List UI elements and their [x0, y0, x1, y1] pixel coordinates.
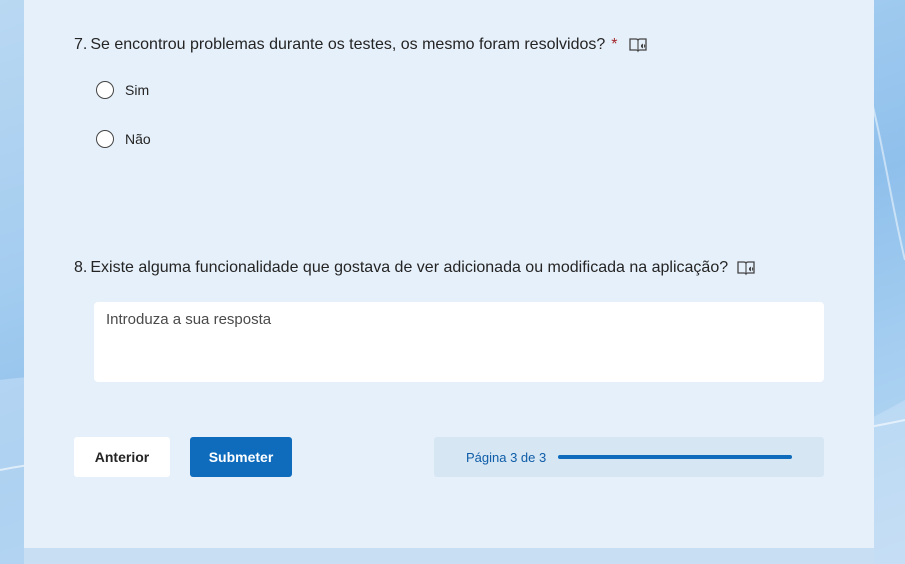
option-sim[interactable]: Sim	[96, 81, 149, 99]
page-indicator: Página 3 de 3	[466, 449, 547, 465]
progress-bar-fill	[558, 455, 793, 459]
question-number: 7.	[74, 36, 88, 53]
question-number: 8.	[74, 259, 88, 276]
form-card: 7. Se encontrou problemas durante os tes…	[24, 0, 874, 548]
previous-button[interactable]: Anterior	[74, 437, 170, 477]
question-7-title: 7. Se encontrou problemas durante os tes…	[74, 36, 648, 54]
radio-button-icon[interactable]	[96, 130, 114, 148]
required-marker: *	[611, 36, 618, 53]
page-progress: Página 3 de 3	[434, 437, 824, 477]
answer-input[interactable]: Introduza a sua resposta	[94, 302, 824, 382]
question-text: Se encontrou problemas durante os testes…	[90, 36, 606, 53]
submit-button[interactable]: Submeter	[190, 437, 292, 477]
answer-placeholder: Introduza a sua resposta	[106, 311, 272, 328]
immersive-reader-icon[interactable]	[736, 260, 756, 276]
radio-button-icon[interactable]	[96, 81, 114, 99]
option-label: Sim	[125, 82, 150, 98]
option-nao[interactable]: Não	[96, 130, 151, 148]
option-label: Não	[125, 131, 151, 147]
card-footer-strip	[24, 548, 874, 564]
question-text: Existe alguma funcionalidade que gostava…	[90, 259, 729, 276]
progress-bar	[558, 455, 793, 459]
immersive-reader-icon[interactable]	[628, 37, 648, 53]
question-8-title: 8. Existe alguma funcionalidade que gost…	[74, 259, 756, 277]
